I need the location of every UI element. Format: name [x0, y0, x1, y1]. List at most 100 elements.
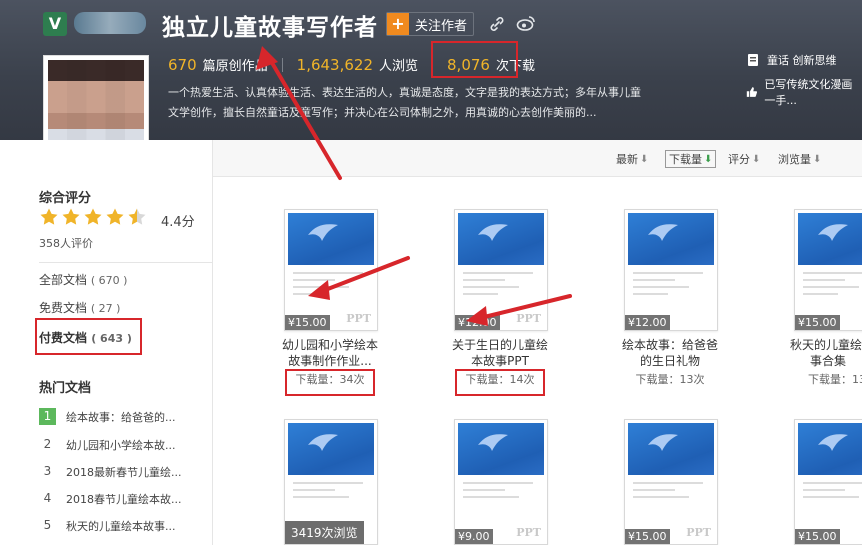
category-count: ( 27 ) — [90, 302, 121, 315]
hot-doc-label: 绘本故事：给爸爸的... — [66, 410, 176, 424]
author-title: 独立儿童故事写作者 — [162, 15, 378, 41]
dove-icon — [478, 434, 508, 451]
ppt-watermark: PPT — [346, 312, 371, 325]
document-card[interactable]: PPT ¥12.00 关于生日的儿童绘 本故事PPT 下载量：14次 — [436, 209, 564, 389]
views-unit: 人浏览 — [379, 59, 419, 74]
author-tags: 童话 创新思维 已写传统文化漫画一手... — [746, 52, 862, 116]
price-tag: ¥15.00 — [285, 315, 330, 330]
dove-icon — [818, 224, 848, 241]
dove-icon — [478, 224, 508, 241]
plus-icon: + — [387, 13, 409, 35]
sort-views[interactable]: 浏览量 ⬇ — [778, 151, 821, 167]
ppt-watermark: PPT — [516, 312, 541, 325]
document-card[interactable]: ¥15.00 — [776, 419, 862, 545]
hot-doc-label: 2018春节儿童绘本故... — [66, 492, 182, 506]
document-card[interactable]: 3419次浏览 — [266, 419, 394, 545]
rating-score: 4.4分 — [161, 215, 195, 230]
category-label: 全部文档 — [39, 273, 88, 287]
price-tag: ¥15.00 — [795, 315, 840, 330]
weibo-icon[interactable] — [516, 14, 536, 32]
link-icon[interactable] — [488, 15, 506, 33]
price-tag: ¥9.00 — [455, 529, 493, 544]
star-icon — [40, 208, 58, 225]
hot-doc-label: 幼儿园和小学绘本故... — [66, 438, 176, 452]
price-tag: ¥12.00 — [455, 315, 500, 330]
blurred-author-name — [74, 12, 146, 34]
document-thumbnail[interactable]: PPT ¥15.00 — [624, 419, 718, 545]
hot-doc-item[interactable]: 5 秋天的儿童绘本故事... — [39, 517, 176, 534]
ppt-watermark: PPT — [516, 526, 541, 539]
arrow-down-icon: ⬇ — [752, 153, 761, 165]
document-thumbnail[interactable]: ¥15.00 — [794, 209, 862, 331]
hot-doc-label: 秋天的儿童绘本故事... — [66, 519, 176, 533]
half-star-icon — [128, 208, 146, 225]
annotation-box-downloads — [431, 41, 518, 78]
arrow-down-icon: ⬇ — [813, 153, 822, 165]
rank-badge: 1 — [39, 408, 56, 425]
works-count: 670 — [168, 55, 197, 74]
rank-badge: 3 — [43, 464, 52, 478]
document-thumbnail[interactable]: PPT ¥12.00 — [454, 209, 548, 331]
dove-icon — [308, 224, 338, 241]
views-count: 1,643,622 — [296, 55, 373, 74]
document-title[interactable]: 幼儿园和小学绘本 故事制作作业... — [266, 337, 394, 369]
price-tag: ¥15.00 — [625, 529, 670, 544]
category-label: 免费文档 — [39, 301, 88, 315]
desc-line-2: 文学创作，擅长自然童话及童写作；并决心在公司体制之外，用真诚的心去创作美丽的..… — [168, 106, 597, 119]
annotation-box-paid — [35, 318, 142, 355]
annotation-box-card1 — [285, 369, 375, 396]
star-icon — [84, 208, 102, 225]
hot-doc-item[interactable]: 4 2018春节儿童绘本故... — [39, 490, 182, 507]
star-icon — [62, 208, 80, 225]
category-free[interactable]: 免费文档 ( 27 ) — [39, 299, 120, 316]
rating-title: 综合评分 — [39, 191, 92, 206]
download-count: 下载量：13次 — [808, 373, 862, 386]
ppt-watermark: PPT — [686, 526, 711, 539]
document-card[interactable]: PPT ¥9.00 — [436, 419, 564, 545]
document-thumbnail[interactable]: PPT ¥15.00 — [284, 209, 378, 331]
hot-doc-item[interactable]: 1 绘本故事：给爸爸的... — [39, 408, 176, 425]
verified-v-icon: V — [43, 12, 67, 36]
document-card[interactable]: PPT ¥15.00 幼儿园和小学绘本 故事制作作业... 下载量：34次 — [266, 209, 394, 389]
sort-label: 评分 — [728, 153, 750, 166]
rater-count: 358人评价 — [39, 237, 93, 250]
sort-label: 下载量 — [669, 153, 702, 166]
view-count-overlay: 3419次浏览 — [285, 521, 364, 544]
category-all[interactable]: 全部文档 ( 670 ) — [39, 271, 127, 288]
sort-rating[interactable]: 评分 ⬇ — [728, 151, 760, 167]
desc-line-1: 一个热爱生活、认真体验生活、表达生活的人，真诚是态度，文字是我的表达方式；多年从… — [168, 86, 641, 99]
works-unit: 篇原创作品 — [202, 59, 268, 74]
sort-label: 最新 — [616, 153, 638, 166]
sort-latest[interactable]: 最新 ⬇ — [616, 151, 648, 167]
hot-doc-item[interactable]: 3 2018最新春节儿童绘... — [39, 463, 182, 480]
arrow-down-icon: ⬇ — [640, 153, 649, 165]
document-thumbnail[interactable]: ¥15.00 — [794, 419, 862, 545]
sort-toolbar: 最新 ⬇ 下载量 ⬇ 评分 ⬇ 浏览量 ⬇ — [213, 140, 862, 177]
document-thumbnail[interactable]: PPT ¥9.00 — [454, 419, 548, 545]
document-title[interactable]: 关于生日的儿童绘 本故事PPT — [436, 337, 564, 369]
arrow-down-icon: ⬇ — [704, 153, 713, 165]
rank-badge: 2 — [43, 437, 52, 451]
follow-author-button[interactable]: + 关注作者 — [386, 12, 475, 36]
document-card[interactable]: ¥12.00 绘本故事：给爸爸 的生日礼物 下载量：13次 — [606, 209, 734, 389]
tag-item: 童话 创新思维 — [746, 52, 862, 68]
document-card[interactable]: PPT ¥15.00 — [606, 419, 734, 545]
dove-icon — [818, 434, 848, 451]
dove-icon — [308, 434, 338, 451]
tag-item: 已写传统文化漫画一手... — [746, 76, 862, 108]
rank-badge: 5 — [43, 518, 52, 532]
document-thumbnail[interactable]: ¥12.00 — [624, 209, 718, 331]
document-card[interactable]: ¥15.00 秋天的儿童绘事合集 下载量：13次 — [776, 209, 862, 389]
hot-doc-item[interactable]: 2 幼儿园和小学绘本故... — [39, 436, 176, 453]
sort-downloads[interactable]: 下载量 ⬇ — [665, 150, 717, 168]
document-title[interactable]: 绘本故事：给爸爸 的生日礼物 — [606, 337, 734, 369]
tag-label: 已写传统文化漫画一手... — [764, 78, 853, 107]
dove-icon — [648, 224, 678, 241]
document-thumbnail[interactable]: 3419次浏览 — [284, 419, 378, 545]
sort-label: 浏览量 — [778, 153, 811, 166]
rank-badge: 4 — [43, 491, 52, 505]
thumbs-up-icon — [746, 87, 758, 97]
document-title[interactable]: 秋天的儿童绘 事合集 — [790, 337, 862, 369]
hot-doc-label: 2018最新春节儿童绘... — [66, 465, 182, 479]
badge-icon — [748, 54, 758, 66]
